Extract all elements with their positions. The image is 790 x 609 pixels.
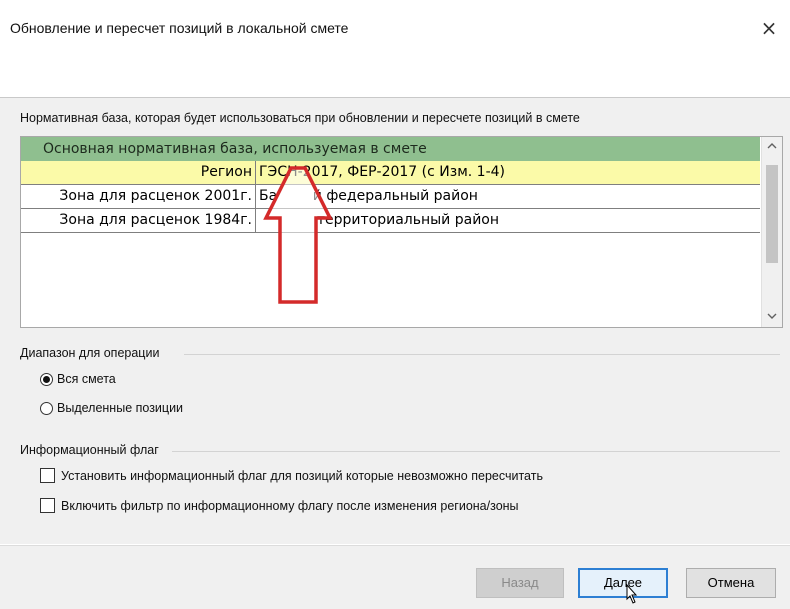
- dialog-titlebar: Обновление и пересчет позиций в локально…: [0, 0, 790, 98]
- grid-row-zone-2001[interactable]: Зона для расценок 2001г. Ба й федеральны…: [21, 185, 760, 209]
- checkbox-label: Установить информационный флаг для позиц…: [61, 468, 543, 483]
- radio-button-icon[interactable]: [40, 372, 53, 386]
- normative-base-grid: Основная нормативная база, используемая …: [20, 136, 783, 328]
- normative-base-description: Нормативная база, которая будет использо…: [20, 111, 580, 125]
- close-icon[interactable]: ×: [754, 16, 784, 40]
- radio-label: Вся смета: [57, 372, 116, 386]
- flag-group-label: Информационный флаг: [20, 443, 159, 457]
- checkbox-icon[interactable]: [40, 498, 55, 513]
- grid-row-label: Регион: [200, 164, 252, 180]
- scroll-up-icon[interactable]: [762, 137, 782, 157]
- radio-label: Выделенные позиции: [57, 401, 184, 415]
- grid-header: Основная нормативная база, используемая …: [21, 137, 760, 161]
- checkbox-set-flag[interactable]: Установить информационный флаг для позиц…: [40, 468, 543, 483]
- range-group-divider: [184, 354, 780, 355]
- red-arrow-annotation: [263, 166, 333, 304]
- dialog-footer: Назад Далее Отмена: [0, 545, 790, 609]
- scroll-down-icon[interactable]: [762, 307, 782, 327]
- grid-vertical-scrollbar[interactable]: [761, 137, 782, 327]
- grid-row-region[interactable]: Регион ГЭСН-2017, ФЕР-2017 (с Изм. 1-4): [21, 161, 760, 185]
- checkbox-label: Включить фильтр по информационному флагу…: [61, 498, 519, 513]
- grid-row-label: Зона для расценок 1984г.: [59, 212, 252, 228]
- range-group-label: Диапазон для операции: [20, 346, 160, 360]
- grid-row-zone-1984[interactable]: Зона для расценок 1984г. территориальный…: [21, 209, 760, 233]
- cancel-button[interactable]: Отмена: [686, 568, 776, 598]
- grid-row-label: Зона для расценок 2001г.: [59, 188, 252, 204]
- dialog-title: Обновление и пересчет позиций в локально…: [10, 20, 349, 36]
- checkbox-enable-filter[interactable]: Включить фильтр по информационному флагу…: [40, 498, 519, 513]
- checkbox-icon[interactable]: [40, 468, 55, 483]
- radio-button-icon[interactable]: [40, 401, 53, 415]
- flag-group-divider: [172, 451, 780, 452]
- back-button[interactable]: Назад: [476, 568, 564, 598]
- scroll-thumb[interactable]: [766, 165, 778, 263]
- radio-selected-positions[interactable]: Выделенные позиции: [40, 401, 183, 415]
- mouse-pointer-icon: [626, 584, 638, 604]
- radio-whole-estimate[interactable]: Вся смета: [40, 372, 116, 386]
